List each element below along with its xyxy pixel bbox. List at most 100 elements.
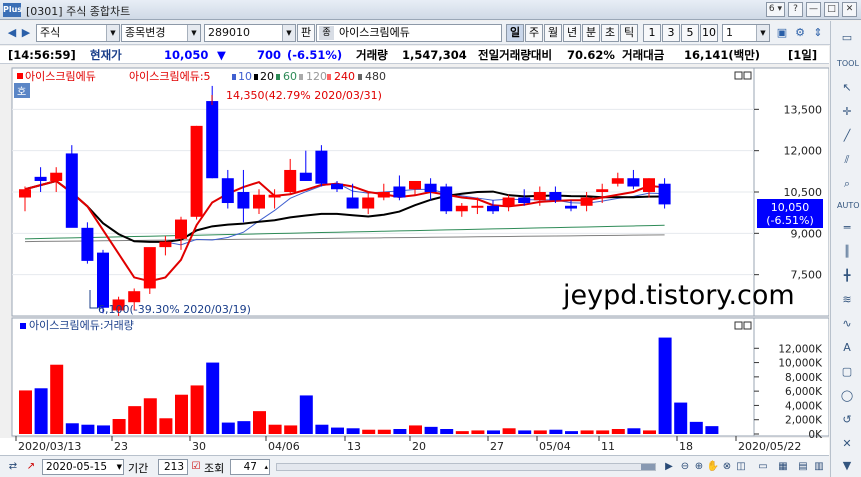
zoom-in-icon[interactable]: ⊕ <box>692 460 706 474</box>
layout-icon[interactable]: ▦ <box>776 460 790 474</box>
stock-chart[interactable]: 13,500 12,000 10,500 9,000 7,500 12,000K 10,0… <box>0 66 830 455</box>
help-button[interactable]: ? <box>788 2 803 17</box>
period-year-button[interactable]: 년 <box>563 24 581 42</box>
volume-bar <box>190 385 204 434</box>
period-second-button[interactable]: 초 <box>601 24 619 42</box>
settings-grid-icon[interactable]: ▥ <box>812 460 826 474</box>
candle-body <box>455 205 468 212</box>
auto-icon[interactable]: AUTO <box>837 197 860 215</box>
prev-volume-label: 전일거래량대비 <box>478 48 553 62</box>
horizontal-scrollbar[interactable] <box>276 463 656 471</box>
interval-5-button[interactable]: 5 <box>681 24 699 42</box>
tool-icon[interactable]: TOOL <box>837 55 859 73</box>
grid-icon[interactable]: ▤ <box>796 460 810 474</box>
candle-body <box>377 192 390 198</box>
chart-type-icon[interactable]: ⇄ <box>6 460 20 474</box>
close-button[interactable]: ✕ <box>842 2 857 17</box>
text-icon[interactable]: A <box>837 339 857 357</box>
volume-bar <box>331 427 344 434</box>
candle-body <box>50 172 63 181</box>
volume-bar <box>533 430 547 434</box>
stock-code-input[interactable]: 289010 ▼ <box>204 24 296 42</box>
period-week-button[interactable]: 주 <box>525 24 543 42</box>
candle-body <box>487 205 499 212</box>
volume-bar <box>471 430 485 434</box>
interval-select[interactable]: 1 ▼ <box>722 24 770 42</box>
zoom-icon[interactable]: ⌕ <box>837 175 857 193</box>
expand-icon[interactable]: ⇕ <box>810 25 826 41</box>
vertical-line-icon[interactable]: ║ <box>837 243 857 261</box>
zoom-out-icon[interactable]: ⊖ <box>678 460 692 474</box>
cross-line-icon[interactable]: ╋ <box>837 267 857 285</box>
candle-body <box>284 169 297 192</box>
legend-ma60: 60 <box>283 70 297 83</box>
candle-body <box>221 178 234 204</box>
period-minute-button[interactable]: 분 <box>582 24 600 42</box>
rectangle-icon[interactable]: ▢ <box>837 363 857 381</box>
date-tick-label: 18 <box>679 440 693 453</box>
interval-10-button[interactable]: 10 <box>700 24 718 42</box>
horizontal-line-icon[interactable]: ═ <box>837 219 857 237</box>
lookup-icon[interactable]: ☑ <box>189 460 203 474</box>
period-day-button[interactable]: 일 <box>506 24 524 42</box>
date-tick-label: 2020/03/13 <box>18 440 81 453</box>
scroll-thumb[interactable] <box>641 464 655 470</box>
wave-icon[interactable]: ∿ <box>837 315 857 333</box>
volume-label: 거래량 <box>356 48 388 62</box>
scroll-down-icon[interactable]: ▼ <box>837 457 857 475</box>
window-number-select[interactable]: 6 ▾ <box>765 2 785 17</box>
candle-body <box>206 101 219 179</box>
low-annotation: 6,100(-39.30% 2020/03/19) <box>98 303 251 316</box>
trendline-icon[interactable]: ╱ <box>837 127 857 145</box>
lookup-input[interactable]: 47 ▴ <box>230 459 270 475</box>
volume-bar <box>362 429 376 434</box>
candle-body <box>175 219 187 239</box>
pan-button[interactable]: 판 <box>297 24 315 42</box>
delete-icon[interactable]: ✕ <box>837 435 857 453</box>
channel-icon[interactable]: ⫽ <box>837 151 857 169</box>
volume-tick-label: 2,000K <box>785 415 823 427</box>
sector-select[interactable]: 종목변경 ▼ <box>121 24 201 42</box>
volume-tick-label: 6,000K <box>785 386 823 398</box>
period-input[interactable]: 213 <box>158 459 188 475</box>
candle-body <box>471 205 484 208</box>
volume-bar <box>627 428 641 434</box>
crosshair-icon[interactable]: ✛ <box>837 103 857 121</box>
current-price-label: 현재가 <box>90 48 122 62</box>
cursor-icon[interactable]: ↖ <box>837 79 857 97</box>
volume-legend: 아이스크림에듀:거래량 <box>29 319 134 332</box>
arrow-right-icon[interactable]: ▶ <box>18 25 34 41</box>
period-tick-button[interactable]: 틱 <box>620 24 638 42</box>
reset-icon[interactable]: ⊗ <box>720 460 734 474</box>
settings-icon[interactable]: ⚙ <box>792 25 808 41</box>
market-select[interactable]: 주식 ▼ <box>36 24 120 42</box>
stock-name-field[interactable]: 종 아이스크림에듀 <box>316 24 502 42</box>
hand-icon[interactable]: ✋ <box>706 460 720 474</box>
scroll-right-icon[interactable]: ▶ <box>662 460 676 474</box>
volume-tick-label: 8,000K <box>785 372 823 384</box>
chart-area[interactable]: 13,500 12,000 10,500 9,000 7,500 12,000K 10,0… <box>0 66 830 455</box>
volume-bar <box>580 430 594 434</box>
fit-icon[interactable]: ◫ <box>734 460 748 474</box>
volume-bar <box>611 429 625 434</box>
interval-3-button[interactable]: 3 <box>662 24 680 42</box>
interval-1-button[interactable]: 1 <box>643 24 661 42</box>
fibonacci-icon[interactable]: ≋ <box>837 291 857 309</box>
indicator-icon[interactable]: ↗ <box>24 460 38 474</box>
volume-panel <box>11 317 755 437</box>
candle-body <box>565 205 577 209</box>
save-icon[interactable]: ▣ <box>774 25 790 41</box>
ellipse-icon[interactable]: ◯ <box>837 387 857 405</box>
panel-toggle-icon[interactable]: ▭ <box>837 29 857 47</box>
name-tag: 종 <box>319 26 334 40</box>
volume-bar <box>159 418 173 434</box>
minimize-button[interactable]: — <box>806 2 821 17</box>
date-input[interactable]: 2020-05-15 ▼ <box>42 459 124 475</box>
volume-tick-label: 12,000K <box>778 343 823 355</box>
maximize-button[interactable]: □ <box>824 2 839 17</box>
period-month-button[interactable]: 월 <box>544 24 562 42</box>
volume-bar <box>315 424 329 434</box>
undo-icon[interactable]: ↺ <box>837 411 857 429</box>
split-icon[interactable]: ▭ <box>756 460 770 474</box>
chevron-down-icon: ▼ <box>106 25 119 41</box>
